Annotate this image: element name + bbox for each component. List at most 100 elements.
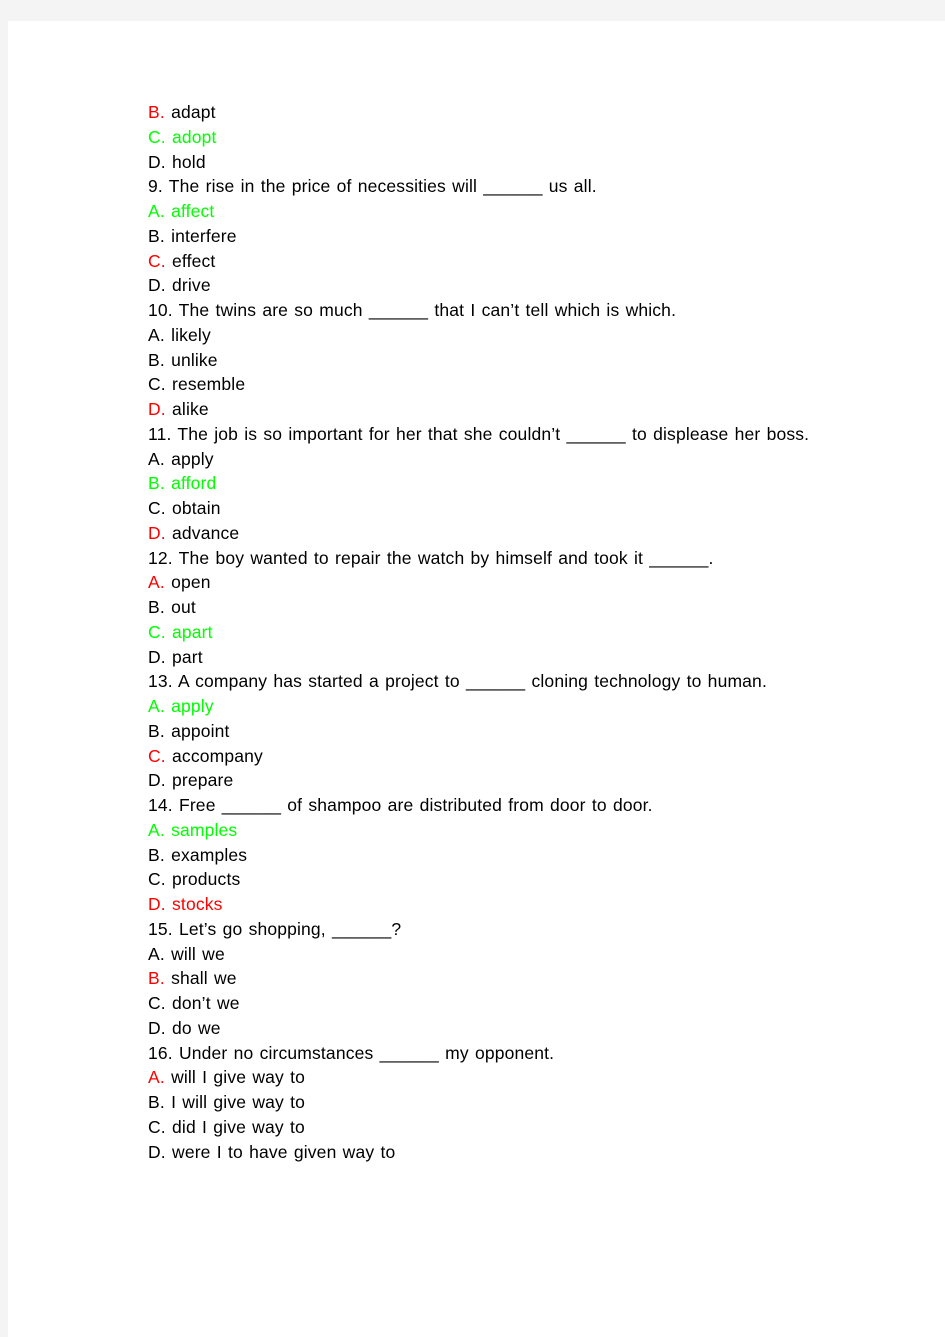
option-letter: D.	[148, 151, 166, 172]
option-text: advance	[172, 522, 240, 543]
answer-option: B. examples	[148, 843, 832, 868]
option-text: will I give way to	[171, 1067, 305, 1088]
option-letter: B.	[148, 473, 165, 494]
question-text: 9. The rise in the price of necessities …	[148, 176, 597, 197]
option-letter: C.	[148, 374, 166, 395]
option-letter: C.	[148, 621, 166, 642]
option-letter: D.	[148, 399, 166, 419]
option-letter: A.	[148, 324, 165, 345]
answer-option: C. apart	[148, 620, 832, 645]
option-text: effect	[172, 250, 216, 271]
option-letter: A.	[148, 448, 165, 469]
option-text: hold	[172, 151, 206, 172]
answer-option: B. I will give way to	[148, 1090, 832, 1115]
answer-option: D. prepare	[148, 768, 832, 793]
option-letter: D.	[148, 275, 166, 296]
option-text: affect	[171, 201, 215, 221]
answer-option: B. shall we	[148, 966, 832, 991]
option-letter: D.	[148, 1017, 166, 1038]
option-text: drive	[172, 275, 211, 296]
question-text: 10. The twins are so much ______ that I …	[148, 300, 677, 320]
question-text: 16. Under no circumstances ______ my opp…	[148, 1042, 555, 1063]
question-stem: 13. A company has started a project to _…	[148, 669, 832, 694]
question-list: B. adapt C. adopt D. hold 9. The rise in th…	[148, 100, 832, 1164]
question-stem: 12. The boy wanted to repair the watch b…	[148, 546, 832, 571]
answer-option: D. alike	[148, 397, 832, 422]
question-text: 11. The job is so important for her that…	[148, 423, 810, 444]
option-text: products	[172, 869, 241, 890]
option-text: apply	[171, 448, 214, 469]
answer-option: D. drive	[148, 273, 832, 298]
answer-option: D. were I to have given way to	[148, 1140, 832, 1165]
answer-option: B. appoint	[148, 719, 832, 744]
option-text: part	[172, 646, 203, 667]
option-letter: B.	[148, 1092, 165, 1112]
option-letter: A.	[148, 1067, 165, 1088]
option-text: open	[171, 572, 211, 593]
answer-option: C. obtain	[148, 496, 832, 521]
answer-option: A. samples	[148, 818, 832, 843]
answer-option: B. interfere	[148, 224, 832, 249]
answer-option: B. afford	[148, 471, 832, 496]
answer-option: C. products	[148, 867, 832, 892]
answer-option: D. do we	[148, 1016, 832, 1041]
question-text: 13. A company has started a project to _…	[148, 671, 767, 692]
option-letter: D.	[148, 646, 166, 667]
option-letter: C.	[148, 993, 166, 1013]
option-text: resemble	[172, 374, 246, 395]
answer-option: A. apply	[148, 447, 832, 472]
option-text: interfere	[171, 225, 237, 246]
option-text: unlike	[171, 349, 218, 370]
option-text: likely	[171, 324, 211, 345]
answer-option: D. advance	[148, 521, 832, 546]
option-text: obtain	[172, 498, 221, 518]
option-text: stocks	[172, 894, 223, 914]
option-letter: B.	[148, 225, 165, 246]
answer-option: A. affect	[148, 199, 832, 224]
option-letter: B.	[148, 349, 165, 370]
question-stem: 9. The rise in the price of necessities …	[148, 174, 832, 199]
option-letter: D.	[148, 522, 166, 543]
option-letter: C.	[148, 498, 166, 518]
option-letter: B.	[148, 720, 165, 741]
answer-option: C. resemble	[148, 372, 832, 397]
question-stem: 10. The twins are so much ______ that I …	[148, 298, 832, 323]
answer-option: C. don’t we	[148, 991, 832, 1016]
option-letter: C.	[148, 745, 166, 766]
option-text: examples	[171, 844, 248, 865]
option-letter: B.	[148, 844, 165, 865]
option-text: adapt	[171, 102, 216, 122]
option-text: shall we	[171, 968, 237, 989]
option-text: out	[171, 597, 196, 617]
answer-option: A. will I give way to	[148, 1065, 832, 1090]
option-text: adopt	[172, 126, 217, 147]
question-stem: 15. Let’s go shopping, ______?	[148, 917, 832, 942]
option-text: did I give way to	[172, 1116, 305, 1137]
answer-option: A. open	[148, 570, 832, 595]
answer-option: D. hold	[148, 150, 832, 175]
option-letter: B.	[148, 102, 165, 122]
option-text: apply	[171, 696, 214, 716]
option-text: samples	[171, 819, 238, 840]
option-letter: A.	[148, 572, 165, 593]
option-text: prepare	[172, 770, 234, 791]
answer-option: A. likely	[148, 323, 832, 348]
option-letter: B.	[148, 597, 165, 617]
option-text: alike	[172, 399, 209, 419]
option-text: accompany	[172, 745, 263, 766]
option-text: don’t we	[172, 993, 240, 1013]
option-letter: C.	[148, 869, 166, 890]
question-stem: 16. Under no circumstances ______ my opp…	[148, 1041, 832, 1066]
answer-option: D. stocks	[148, 892, 832, 917]
option-letter: C.	[148, 1116, 166, 1137]
answer-option: D. part	[148, 645, 832, 670]
question-text: 14. Free ______ of shampoo are distribut…	[148, 795, 653, 815]
option-text: apart	[172, 621, 213, 642]
option-letter: C.	[148, 250, 166, 271]
question-text: 15. Let’s go shopping, ______?	[148, 918, 402, 939]
option-text: do we	[172, 1017, 221, 1038]
answer-option: A. apply	[148, 694, 832, 719]
answer-option: C. adopt	[148, 125, 832, 150]
question-stem: 14. Free ______ of shampoo are distribut…	[148, 793, 832, 818]
option-letter: A.	[148, 201, 165, 221]
